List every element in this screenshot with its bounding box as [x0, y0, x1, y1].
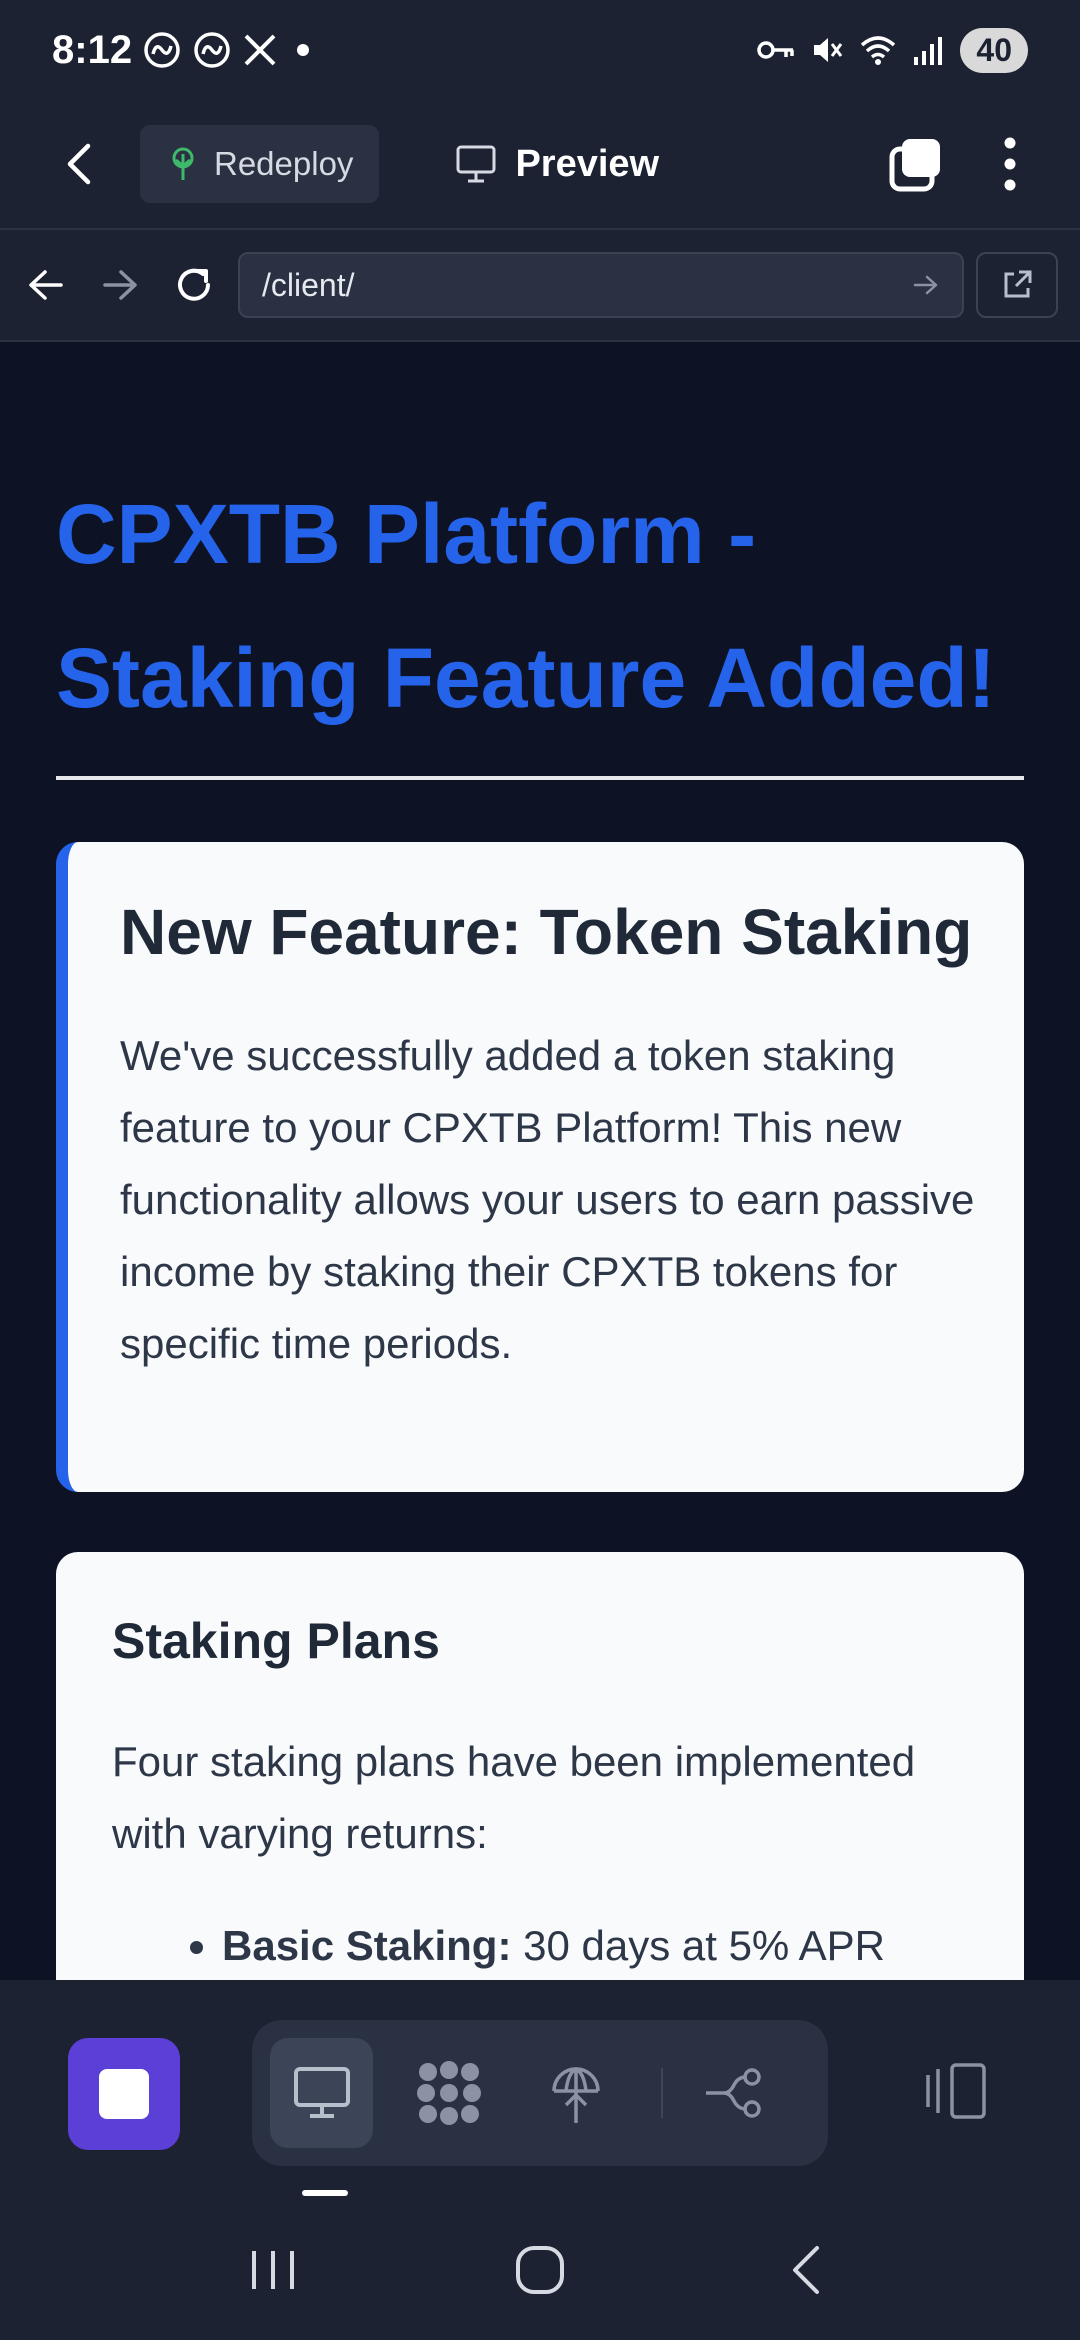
plan-detail: 30 days at 5% APR	[511, 1922, 885, 1969]
plan-name: Basic Staking:	[222, 1922, 512, 1969]
deploy-tree-icon	[172, 147, 194, 180]
reload-button[interactable]	[164, 255, 224, 315]
app-toolbar: Redeploy Preview	[0, 100, 1080, 230]
status-left: 8:12	[52, 28, 318, 73]
url-text: /client/	[262, 266, 355, 303]
redeploy-button[interactable]: Redeploy	[140, 125, 380, 203]
preview-tool-button[interactable]	[270, 2038, 374, 2148]
monitor-icon	[293, 2067, 350, 2118]
staking-plans-title: Staking Plans	[112, 1613, 440, 1669]
dot-icon	[288, 35, 318, 65]
git-tool-button[interactable]	[683, 2038, 786, 2148]
open-external-button[interactable]	[976, 252, 1058, 318]
x-icon	[242, 32, 278, 68]
tabs-icon	[889, 139, 940, 192]
page-content[interactable]: CPXTB Platform - Staking Feature Added! …	[0, 342, 1080, 1980]
status-time: 8:12	[52, 27, 133, 72]
status-right: 40	[756, 27, 1028, 73]
branch-icon	[706, 2068, 762, 2118]
signal-icon	[912, 33, 946, 67]
active-tab-indicator	[302, 2190, 348, 2196]
system-nav-bar	[0, 2200, 1080, 2340]
back-chevron-icon	[792, 2246, 819, 2294]
threads-icon	[142, 30, 182, 70]
arrow-left-icon	[29, 270, 63, 300]
plan-list: Basic Staking: 30 days at 5% APR	[112, 1910, 968, 1980]
battery-indicator: 40	[960, 27, 1028, 73]
mute-icon	[810, 33, 844, 67]
url-input[interactable]: /client/	[238, 252, 964, 318]
system-back-button[interactable]	[762, 2225, 852, 2315]
device-frame-button[interactable]	[912, 2036, 1002, 2146]
reload-icon	[178, 268, 210, 301]
feature-card-body: We've successfully added a token staking…	[120, 1032, 975, 1367]
url-bar: /client/	[0, 230, 1080, 342]
more-options-button[interactable]	[980, 129, 1040, 199]
status-bar: 8:12 40	[0, 0, 1080, 100]
staking-plans-intro: Four staking plans have been implemented…	[112, 1738, 916, 1857]
workflow-tool-button[interactable]	[397, 2038, 500, 2148]
stop-button[interactable]	[68, 2038, 180, 2150]
back-button[interactable]	[50, 134, 110, 194]
page-title: CPXTB Platform - Staking Feature Added!	[56, 487, 996, 725]
feature-card: New Feature: Token Staking We've success…	[56, 842, 1024, 1492]
bottom-app-bar	[0, 1980, 1080, 2200]
chevron-left-icon	[67, 143, 91, 185]
key-icon	[756, 35, 796, 65]
nav-back-button[interactable]	[16, 255, 76, 315]
threads-icon	[192, 30, 232, 70]
nav-forward-button[interactable]	[90, 255, 150, 315]
staking-plans-card: Staking Plans Four staking plans have be…	[56, 1552, 1024, 1980]
preview-tab[interactable]: Preview	[455, 143, 659, 186]
home-button[interactable]	[495, 2225, 585, 2315]
recents-button[interactable]	[228, 2225, 318, 2315]
tool-separator	[661, 2068, 663, 2118]
tool-group	[252, 2020, 828, 2166]
home-icon	[515, 2246, 564, 2294]
go-arrow-icon[interactable]	[912, 273, 940, 297]
globe-upload-icon	[551, 2067, 600, 2123]
nodes-cluster-icon	[416, 2061, 481, 2125]
arrow-right-icon	[103, 270, 137, 300]
tabs-button[interactable]	[880, 129, 950, 199]
monitor-icon	[456, 145, 496, 183]
more-vertical-icon	[1004, 137, 1016, 191]
device-frame-icon	[926, 2063, 986, 2119]
redeploy-label: Redeploy	[214, 145, 354, 182]
recents-icon	[252, 2251, 295, 2289]
wifi-icon	[858, 33, 898, 67]
preview-label: Preview	[515, 142, 660, 185]
feature-card-title: New Feature: Token Staking	[120, 896, 973, 968]
stop-icon	[99, 2069, 149, 2119]
external-link-icon	[1004, 270, 1032, 298]
title-divider	[56, 776, 1024, 780]
deploy-tool-button[interactable]	[524, 2038, 627, 2148]
list-item: Basic Staking: 30 days at 5% APR	[222, 1910, 968, 1980]
